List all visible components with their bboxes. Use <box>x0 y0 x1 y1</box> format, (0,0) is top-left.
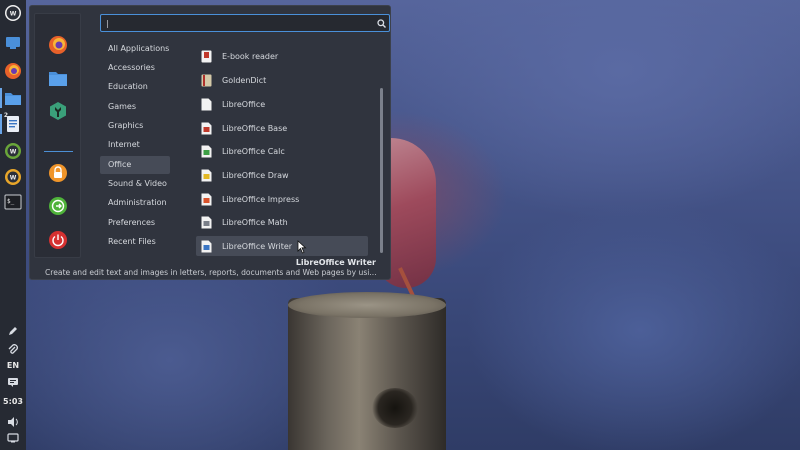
desktop-icon <box>6 37 20 49</box>
power-icon <box>49 231 67 249</box>
window-count-badge: 2 <box>3 112 9 119</box>
mouse-cursor-icon <box>297 240 307 254</box>
wallpaper-post-top <box>288 292 446 318</box>
app-libreoffice-calc[interactable]: LibreOffice Calc <box>196 141 368 161</box>
category-all-applications[interactable]: All Applications <box>100 40 170 58</box>
firefox-icon <box>5 63 21 79</box>
settings-wrench-icon <box>50 102 66 120</box>
apps-scrollbar[interactable] <box>380 88 383 253</box>
svg-text:W: W <box>10 149 17 156</box>
dictionary-icon <box>201 74 212 87</box>
folder-icon <box>49 72 67 86</box>
lo-writer-icon <box>201 240 212 253</box>
paperclip-icon <box>8 344 18 354</box>
app-goldendict[interactable]: GoldenDict <box>196 70 368 90</box>
app-libreoffice-math[interactable]: LibreOffice Math <box>196 212 368 232</box>
active-window-indicator <box>0 88 2 108</box>
logout-button[interactable] <box>47 195 69 217</box>
notification-icon <box>8 378 18 387</box>
wallpaper-wooden-post <box>288 298 446 450</box>
app-label: LibreOffice Writer <box>222 241 293 251</box>
search-box[interactable]: | <box>100 14 390 32</box>
pencil-tray-button[interactable] <box>3 321 23 341</box>
app-libreoffice-draw[interactable]: LibreOffice Draw <box>196 165 368 185</box>
lo-math-icon <box>201 216 212 229</box>
notifications-tray-button[interactable] <box>3 372 23 392</box>
document-icon <box>201 98 212 111</box>
category-graphics[interactable]: Graphics <box>100 117 170 135</box>
lo-base-icon <box>201 122 212 135</box>
show-desktop-button[interactable] <box>3 33 23 53</box>
selected-app-name: LibreOffice Writer <box>295 258 376 267</box>
ebook-icon <box>201 50 212 63</box>
app-libreoffice-writer[interactable]: LibreOffice Writer <box>196 236 368 256</box>
favorite-firefox[interactable] <box>47 34 69 56</box>
category-recent-files[interactable]: Recent Files <box>100 233 170 251</box>
app-logo-green-icon: W <box>5 143 21 159</box>
app-label: LibreOffice Impress <box>222 194 300 204</box>
shutdown-button[interactable] <box>47 229 69 251</box>
app-label: LibreOffice Base <box>222 123 288 133</box>
category-games[interactable]: Games <box>100 98 170 116</box>
category-administration[interactable]: Administration <box>100 194 170 212</box>
svg-text:W: W <box>10 175 17 182</box>
app-label: GoldenDict <box>222 75 267 85</box>
clipboard-tray-button[interactable] <box>3 340 23 360</box>
volume-icon <box>8 417 18 427</box>
side-panel: W 2 W W $_ EN 5:03 <box>0 0 26 450</box>
terminal-launcher[interactable]: $_ <box>3 192 23 212</box>
category-education[interactable]: Education <box>100 78 170 96</box>
app-label: LibreOffice Calc <box>222 146 285 156</box>
category-internet[interactable]: Internet <box>100 136 170 154</box>
app-ebook-reader[interactable]: E-book reader <box>196 46 368 66</box>
lo-impress-icon <box>201 193 212 206</box>
app-label: E-book reader <box>222 51 279 61</box>
svg-text:W: W <box>10 11 17 18</box>
menu-logo-icon: W <box>5 5 21 21</box>
app-libreoffice-base[interactable]: LibreOffice Base <box>196 118 368 138</box>
wallpaper-post-knot <box>372 388 418 428</box>
favorites-sidebar <box>34 13 81 258</box>
lo-draw-icon <box>201 169 212 182</box>
category-preferences[interactable]: Preferences <box>100 214 170 232</box>
favorite-settings[interactable] <box>47 100 69 122</box>
pencil-icon <box>9 327 17 335</box>
lo-calc-icon <box>201 145 212 158</box>
display-tray-button[interactable] <box>3 428 23 448</box>
category-sound-video[interactable]: Sound & Video <box>100 175 170 193</box>
app-label: LibreOffice Draw <box>222 170 289 180</box>
app-logo-orange-icon: W <box>5 169 21 185</box>
clock[interactable]: 5:03 <box>0 397 26 406</box>
display-icon <box>7 433 19 443</box>
application-menu: | All Applications Accessories Education… <box>29 5 391 280</box>
search-icon[interactable] <box>373 15 389 31</box>
app-libreoffice[interactable]: LibreOffice <box>196 94 368 114</box>
app-label: LibreOffice <box>222 99 266 109</box>
lock-icon <box>49 164 67 182</box>
app-launcher-2[interactable]: W <box>3 167 23 187</box>
logout-icon <box>49 197 67 215</box>
app-libreoffice-impress[interactable]: LibreOffice Impress <box>196 189 368 209</box>
selected-app-description: Create and edit text and images in lette… <box>45 268 377 277</box>
lock-screen-button[interactable] <box>47 162 69 184</box>
favorite-files[interactable] <box>47 67 69 89</box>
app-launcher-1[interactable]: W <box>3 141 23 161</box>
menu-button[interactable]: W <box>3 3 23 23</box>
folder-icon <box>5 93 21 105</box>
firefox-icon <box>49 36 67 54</box>
search-input[interactable]: | <box>101 19 373 28</box>
favorites-separator <box>44 151 73 152</box>
files-launcher[interactable] <box>3 88 23 108</box>
category-accessories[interactable]: Accessories <box>100 59 170 77</box>
keyboard-layout-indicator[interactable]: EN <box>0 361 26 370</box>
category-office[interactable]: Office <box>100 156 170 174</box>
svg-text:$_: $_ <box>7 198 15 205</box>
terminal-icon: $_ <box>4 194 22 210</box>
app-label: LibreOffice Math <box>222 217 288 227</box>
firefox-launcher[interactable] <box>3 61 23 81</box>
